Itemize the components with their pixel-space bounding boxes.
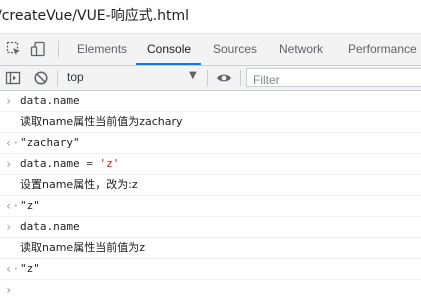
chevron-right-icon: ›: [5, 220, 13, 234]
filter-input[interactable]: [247, 71, 421, 89]
console-result-text: "z": [20, 199, 40, 212]
tab-network[interactable]: Network: [279, 34, 323, 65]
eye-icon[interactable]: [216, 70, 232, 86]
return-arrow-icon: ‹·: [5, 262, 20, 276]
devtools-tab-bar: Elements Console Sources Network Perform…: [0, 34, 421, 66]
context-selector[interactable]: top: [67, 70, 84, 84]
toolbar-divider: [57, 70, 58, 86]
console-log-text: 读取name属性当前值为zachary: [20, 115, 183, 128]
assign-operator: =: [79, 157, 100, 170]
console-input-row: › data.name: [0, 217, 421, 238]
context-dropdown-icon[interactable]: ▼: [189, 70, 197, 81]
tab-performance[interactable]: Performance: [348, 34, 417, 65]
chevron-right-icon: ›: [5, 94, 13, 108]
toolbar-divider: [240, 70, 241, 86]
toolbar-divider: [207, 70, 208, 86]
console-log-row: 设置name属性，改为:z: [0, 175, 421, 196]
tab-sources[interactable]: Sources: [213, 34, 257, 65]
console-result-text: "z": [20, 262, 40, 275]
console-log-row: 读取name属性当前值为zachary: [0, 112, 421, 133]
console-log-row: 读取name属性当前值为z: [0, 238, 421, 259]
clear-console-icon[interactable]: [33, 70, 49, 86]
console-result-row: ‹· "z": [0, 259, 421, 280]
filter-box: [246, 68, 421, 89]
console-input-row: › data.name: [0, 91, 421, 112]
console-result-text: "zachary": [20, 136, 80, 149]
window-title-bar: /createVue/VUE-响应式.html: [0, 0, 421, 34]
chevron-right-icon: ›: [5, 157, 13, 171]
window-title: /createVue/VUE-响应式.html: [0, 8, 190, 24]
console-log-text: 读取name属性当前值为z: [20, 241, 145, 254]
console-result-row: ‹· "zachary": [0, 133, 421, 154]
console-input-text: data.name = 'z': [20, 154, 119, 174]
console-input-text: data.name: [20, 220, 80, 233]
console-prompt-row[interactable]: ›: [0, 280, 421, 300]
console-result-row: ‹· "z": [0, 196, 421, 217]
console-input-text: data.name: [20, 94, 80, 107]
sidebar-toggle-icon[interactable]: [5, 70, 21, 86]
return-arrow-icon: ‹·: [5, 199, 20, 213]
return-arrow-icon: ‹·: [5, 136, 20, 150]
console-log-text: 设置name属性，改为:z: [20, 178, 138, 191]
device-toolbar-icon[interactable]: [30, 41, 46, 57]
prompt-chevron-icon: ›: [5, 283, 13, 297]
active-tab-indicator: [136, 63, 201, 65]
inspect-element-icon[interactable]: [6, 41, 22, 57]
console-input-row: › data.name = 'z': [0, 154, 421, 175]
console-toolbar: top ▼: [0, 66, 421, 91]
toolbar-divider: [58, 41, 59, 58]
tab-console[interactable]: Console: [147, 34, 191, 65]
console-log: › data.name 读取name属性当前值为zachary ‹· "zach…: [0, 91, 421, 300]
tab-elements[interactable]: Elements: [77, 34, 127, 65]
assign-lhs: data.name: [20, 157, 80, 170]
assign-rhs: 'z': [99, 157, 120, 170]
